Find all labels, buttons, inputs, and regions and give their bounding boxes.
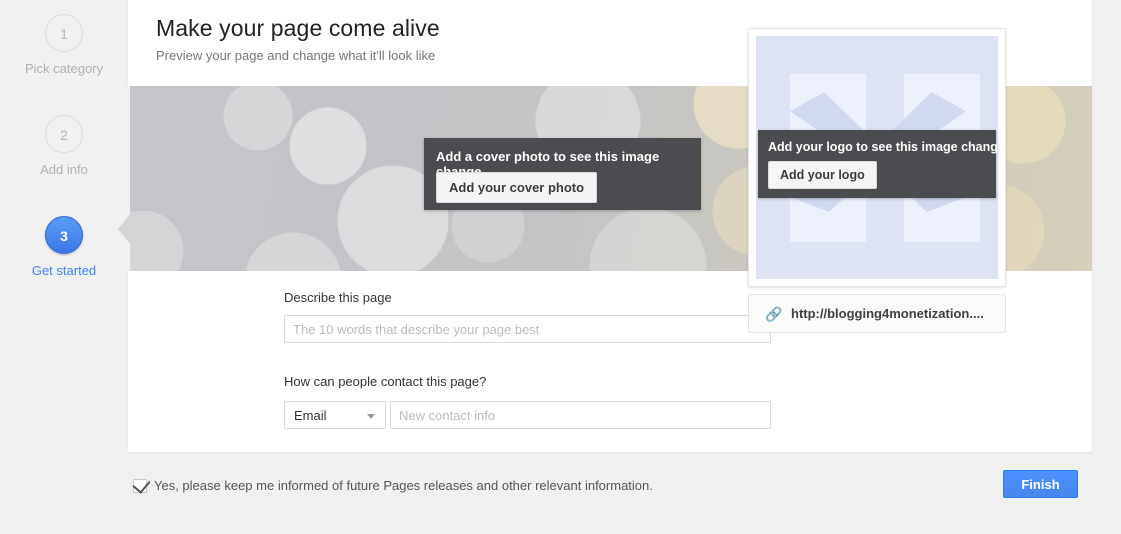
- step-1-label: Pick category: [24, 61, 104, 76]
- step-2-number: 2: [45, 115, 83, 153]
- page-url-row[interactable]: 🔗 http://blogging4monetization....: [748, 294, 1006, 333]
- contact-info-input[interactable]: [390, 401, 771, 429]
- chevron-down-icon: [367, 414, 375, 419]
- wizard-stepper: 1 Pick category 2 Add info 3 Get started: [0, 0, 128, 534]
- newsletter-checkbox[interactable]: [132, 475, 151, 494]
- cover-photo-overlay: Add a cover photo to see this image chan…: [424, 138, 701, 210]
- add-logo-button[interactable]: Add your logo: [768, 161, 877, 189]
- cover-pointer-notch: [118, 86, 130, 271]
- contact-page-label: How can people contact this page?: [284, 374, 487, 389]
- stepper-step-3[interactable]: 3 Get started: [0, 216, 128, 278]
- add-cover-photo-button[interactable]: Add your cover photo: [436, 172, 598, 203]
- finish-button[interactable]: Finish: [1003, 470, 1078, 498]
- stepper-step-1[interactable]: 1 Pick category: [0, 14, 128, 76]
- link-icon: 🔗: [765, 306, 783, 322]
- newsletter-checkbox-label: Yes, please keep me informed of future P…: [154, 478, 653, 493]
- step-3-number: 3: [45, 216, 83, 254]
- page-title: Make your page come alive: [156, 15, 440, 41]
- step-1-number: 1: [45, 14, 83, 52]
- checkmark-icon: [132, 475, 151, 494]
- describe-page-input[interactable]: [284, 315, 771, 343]
- contact-type-value: Email: [294, 408, 327, 423]
- stepper-step-2[interactable]: 2 Add info: [0, 115, 128, 177]
- describe-page-label: Describe this page: [284, 290, 392, 305]
- contact-type-select[interactable]: Email: [284, 401, 386, 429]
- page-url-text: http://blogging4monetization....: [791, 306, 984, 321]
- step-3-label: Get started: [31, 263, 97, 278]
- logo-overlay-title: Add your logo to see this image change: [768, 140, 1005, 154]
- page-subtitle: Preview your page and change what it'll …: [156, 48, 436, 63]
- logo-overlay: Add your logo to see this image change A…: [758, 130, 1005, 198]
- step-2-label: Add info: [40, 162, 88, 177]
